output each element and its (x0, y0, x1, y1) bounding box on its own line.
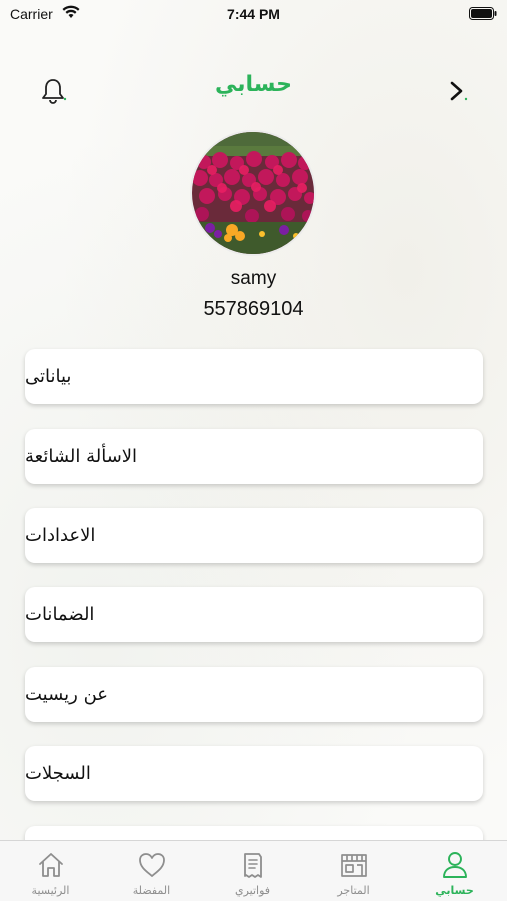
profile-phone: 557869104 (203, 298, 304, 320)
menu-item-records[interactable]: السجلات (25, 746, 483, 801)
avatar[interactable] (190, 130, 316, 256)
menu-item-my-data[interactable]: بياناتى (25, 349, 483, 404)
menu-item-warranties[interactable]: الضمانات (25, 587, 483, 642)
tab-label: المفضلة (132, 884, 171, 897)
receipt-icon (244, 853, 262, 878)
store-icon (341, 854, 367, 877)
menu-item-label: السجلات (25, 763, 91, 784)
home-icon (39, 853, 63, 877)
status-bar: Carrier 7:44 PM (0, 0, 507, 28)
menu-item-settings[interactable]: الاعدادات (25, 508, 483, 563)
battery-icon (469, 7, 497, 20)
menu-item-label: عن ريسيت (25, 684, 109, 705)
tab-my-account[interactable]: حسابي (404, 841, 505, 901)
menu-item-label: الاسألة الشائعة (25, 446, 138, 467)
tab-label: حسابي (435, 884, 474, 897)
user-icon (443, 852, 467, 878)
heart-icon (139, 853, 165, 877)
menu-item-about[interactable]: عن ريسيت (25, 667, 483, 722)
clock: 7:44 PM (227, 6, 280, 22)
page-title: حسابي (214, 72, 293, 97)
tab-invoices[interactable]: فواتيري (202, 841, 303, 901)
profile-name: samy (230, 268, 277, 289)
chevron-right-icon[interactable] (448, 78, 470, 104)
tab-label: فواتيري (234, 884, 271, 897)
avatar-flower-photo (192, 132, 314, 254)
menu-item-label: بياناتى (25, 366, 72, 387)
tab-label: الرئيسية (31, 884, 70, 897)
menu-item-label: الاعدادات (25, 525, 96, 546)
tab-home[interactable]: الرئيسية (0, 841, 101, 901)
header: حسابي (0, 60, 507, 112)
tab-bar: الرئيسية المفضلة فواتيري المتاجر حسابي (0, 840, 507, 901)
tab-stores[interactable]: المتاجر (303, 841, 404, 901)
tab-label: المتاجر (337, 884, 370, 897)
menu-item-label: الضمانات (25, 604, 95, 625)
tab-favorites[interactable]: المفضلة (101, 841, 202, 901)
menu-item-faq[interactable]: الاسألة الشائعة (25, 429, 483, 484)
